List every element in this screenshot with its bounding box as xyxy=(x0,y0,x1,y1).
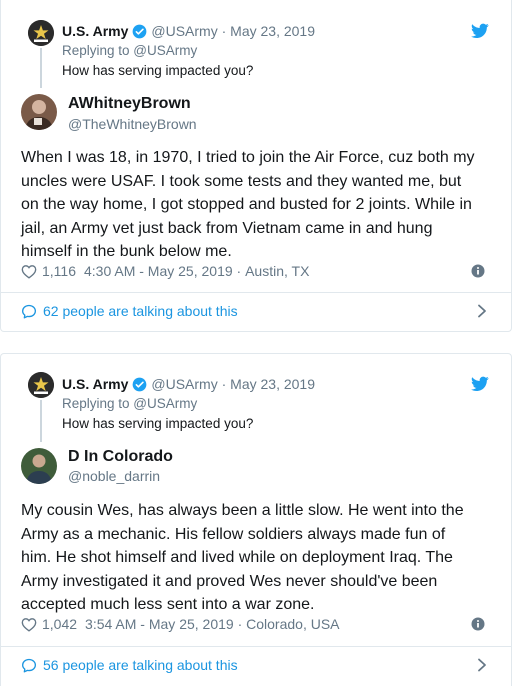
info-icon[interactable] xyxy=(471,264,485,278)
tweet-timestamp[interactable]: 4:30 AM - May 25, 2019 xyxy=(84,263,233,279)
reply-author-name[interactable]: AWhitneyBrown xyxy=(68,95,191,113)
reply-tweet-text: When I was 18, in 1970, I tried to join … xyxy=(21,146,499,264)
tweet-meta: 1,116 4:30 AM - May 25, 2019 · Austin, T… xyxy=(21,262,491,280)
tweet-text-line: Army investigated it and proved Wes neve… xyxy=(21,572,438,590)
tweet-location[interactable]: Colorado, USA xyxy=(246,616,339,632)
replying-to: Replying to @USArmy xyxy=(62,43,197,58)
meta-separator: · xyxy=(233,616,247,632)
tweet-text-line: uncles were USAF. I took some tests and … xyxy=(21,172,462,190)
twitter-bird-icon[interactable] xyxy=(471,376,489,392)
info-icon[interactable] xyxy=(471,617,485,631)
replying-handle[interactable]: @USArmy xyxy=(133,43,197,58)
reply-author-name[interactable]: D In Colorado xyxy=(68,448,173,466)
parent-handle[interactable]: @USArmy xyxy=(151,376,217,392)
talking-about-link[interactable]: 56 people are talking about this xyxy=(21,654,491,676)
parent-tweet-text: How has serving impacted you? xyxy=(62,63,254,78)
meta-separator: · xyxy=(221,376,227,392)
twitter-bird-icon[interactable] xyxy=(471,23,489,39)
heart-icon[interactable] xyxy=(21,264,37,279)
like-count[interactable]: 1,116 xyxy=(42,263,76,279)
replying-handle[interactable]: @USArmy xyxy=(133,396,197,411)
meta-separator: · xyxy=(232,263,246,279)
divider xyxy=(1,292,511,293)
reply-author-handle[interactable]: @TheWhitneyBrown xyxy=(68,116,197,132)
tweet-meta: 1,042 3:54 AM - May 25, 2019 · Colorado,… xyxy=(21,615,491,633)
talking-about-text[interactable]: 62 people are talking about this xyxy=(43,303,238,319)
replying-to: Replying to @USArmy xyxy=(62,396,197,411)
army-star-icon[interactable] xyxy=(28,372,54,398)
comment-bubble-icon xyxy=(22,658,36,672)
parent-author-name[interactable]: U.S. Army xyxy=(62,23,128,39)
tweet-location[interactable]: Austin, TX xyxy=(245,263,309,279)
thread-line xyxy=(40,48,42,88)
tweet-text-line: accepted much less sent into a war zone. xyxy=(21,596,315,613)
avatar[interactable] xyxy=(21,448,57,484)
tweet-text-line: jail, an Army vet just back from Vietnam… xyxy=(21,219,433,237)
parent-author-name[interactable]: U.S. Army xyxy=(62,376,128,392)
tweet-text-line: Army as a mechanic. His fellow soldiers … xyxy=(21,525,446,543)
tweet-text-line: him. He shot himself and lived while on … xyxy=(21,549,453,566)
parent-tweet-text: How has serving impacted you? xyxy=(62,416,254,431)
talking-about-text[interactable]: 56 people are talking about this xyxy=(43,657,238,673)
replying-prefix: Replying to xyxy=(62,43,134,58)
tweet-text-line: My cousin Wes, has always been a little … xyxy=(21,502,464,519)
tweet-timestamp[interactable]: 3:54 AM - May 25, 2019 xyxy=(85,616,234,632)
tweet-card[interactable]: U.S. Army @USArmy · May 23, 2019 Replyin… xyxy=(0,0,512,332)
verified-icon xyxy=(133,377,147,391)
comment-bubble-icon xyxy=(22,304,36,319)
tweet-text-line: When I was 18, in 1970, I tried to join … xyxy=(21,149,475,166)
parent-date[interactable]: May 23, 2019 xyxy=(230,23,315,39)
reply-tweet-text: My cousin Wes, has always been a little … xyxy=(21,499,499,617)
parent-date[interactable]: May 23, 2019 xyxy=(230,376,315,392)
chevron-right-icon[interactable] xyxy=(477,304,487,318)
divider xyxy=(1,646,511,647)
tweet-text-line: himself in the bunk below me. xyxy=(21,243,232,260)
avatar[interactable] xyxy=(21,94,57,130)
reply-author-handle[interactable]: @noble_darrin xyxy=(68,468,160,484)
chevron-right-icon[interactable] xyxy=(477,658,487,672)
parent-handle[interactable]: @USArmy xyxy=(151,23,217,39)
tweet-card[interactable]: U.S. Army @USArmy · May 23, 2019 Replyin… xyxy=(0,353,512,686)
heart-icon[interactable] xyxy=(21,617,37,632)
meta-separator: · xyxy=(221,23,227,39)
verified-icon xyxy=(133,24,147,38)
replying-prefix: Replying to xyxy=(62,396,134,411)
thread-line xyxy=(40,400,42,442)
army-star-icon[interactable] xyxy=(28,20,54,46)
parent-author[interactable]: U.S. Army @USArmy · May 23, 2019 xyxy=(62,23,315,39)
parent-author[interactable]: U.S. Army @USArmy · May 23, 2019 xyxy=(62,376,315,392)
tweet-text-line: on the way home, I got stopped and buste… xyxy=(21,196,472,213)
like-count[interactable]: 1,042 xyxy=(42,616,77,632)
talking-about-link[interactable]: 62 people are talking about this xyxy=(21,300,491,322)
